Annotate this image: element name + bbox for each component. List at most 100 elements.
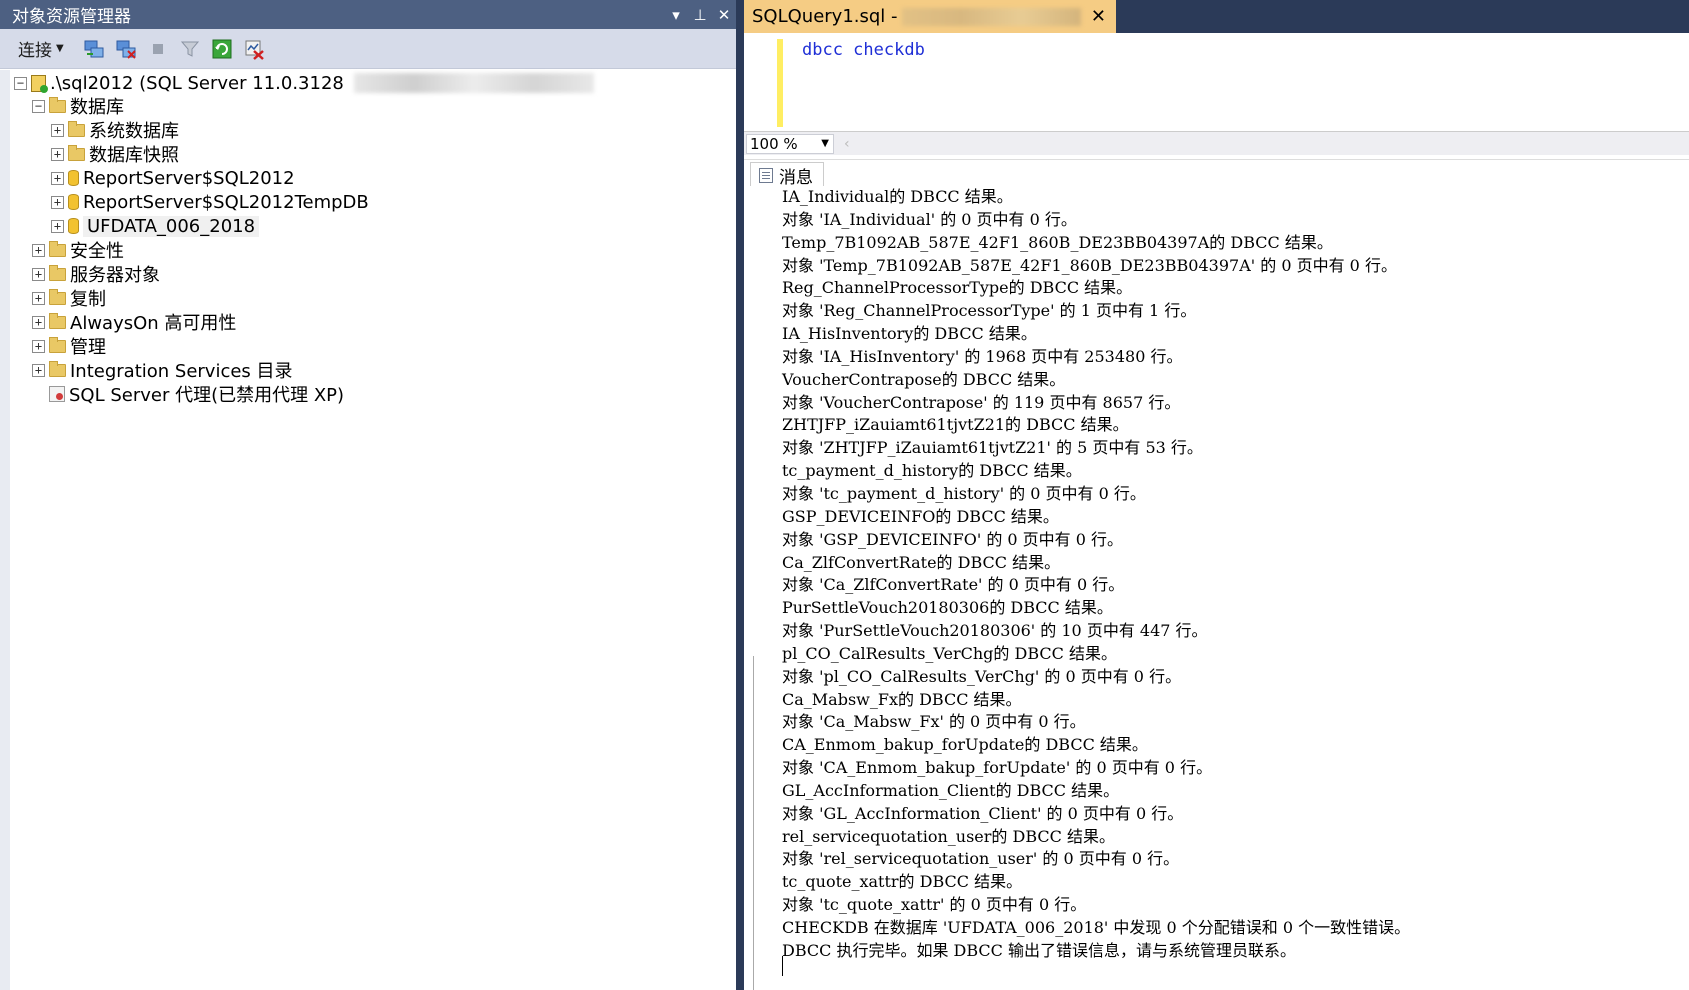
message-line: CA_Enmom_bakup_forUpdate的 DBCC 结果。	[782, 735, 1148, 755]
query-editor[interactable]: dbcc checkdb	[744, 33, 1689, 131]
message-line: 对象 'VoucherContrapose' 的 119 页中有 8657 行。	[782, 392, 1181, 412]
security-label: 安全性	[70, 241, 124, 262]
folder-icon	[68, 144, 85, 161]
window-position-dropdown-icon[interactable]: ▾	[664, 6, 688, 24]
activity-monitor-icon[interactable]	[242, 37, 266, 61]
folder-icon	[49, 96, 66, 113]
filter-icon[interactable]	[178, 37, 202, 61]
message-line: CHECKDB 在数据库 'UFDATA_006_2018' 中发现 0 个分配…	[782, 918, 1411, 937]
expand-icon[interactable]: +	[32, 243, 45, 257]
message-line: 对象 'Ca_ZlfConvertRate' 的 0 页中有 0 行。	[782, 575, 1125, 595]
message-line: Temp_7B1092AB_587E_42F1_860B_DE23BB04397…	[782, 232, 1333, 252]
expand-icon[interactable]: +	[32, 267, 45, 281]
object-explorer-titlebar: 对象资源管理器 ▾ ⊥ ✕	[0, 0, 736, 29]
tree-node-management[interactable]: + 管理	[32, 333, 106, 359]
integration-services-label: Integration Services 目录	[70, 361, 293, 382]
databases-label: 数据库	[70, 97, 124, 118]
message-line: tc_quote_xattr的 DBCC 结果。	[782, 872, 1023, 892]
object-explorer-title: 对象资源管理器	[12, 7, 131, 27]
expand-icon[interactable]: +	[32, 363, 45, 377]
message-line: PurSettleVouch20180306的 DBCC 结果。	[782, 598, 1113, 618]
tree-node-db-reportserver[interactable]: + ReportServer$SQL2012	[51, 165, 295, 191]
expand-icon[interactable]: +	[51, 195, 64, 209]
stop-icon[interactable]	[146, 37, 170, 61]
message-line: ZHTJFP_iZauiamt61tjvtZ21的 DBCC 结果。	[782, 415, 1129, 435]
tree-node-system-databases[interactable]: + 系统数据库	[51, 117, 179, 143]
folder-icon	[68, 120, 85, 137]
message-lines: IA_Individual的 DBCC 结果。 对象 'IA_Individual…	[782, 186, 1410, 963]
message-line: 对象 'rel_servicequotation_user' 的 0 页中有 0…	[782, 849, 1180, 869]
text-caret	[782, 956, 783, 976]
message-line: 对象 'Ca_Mabsw_Fx' 的 0 页中有 0 行。	[782, 712, 1086, 732]
server-objects-label: 服务器对象	[70, 265, 160, 286]
tree-node-databases[interactable]: − 数据库	[32, 93, 124, 119]
expand-icon[interactable]: +	[51, 171, 64, 185]
expand-icon[interactable]: +	[51, 123, 64, 137]
object-explorer-panel: 对象资源管理器 ▾ ⊥ ✕ 连接 ▼ − .\sql2012 (SQL Serv…	[0, 0, 740, 990]
tree-node-db-ufdata[interactable]: + UFDATA_006_2018	[51, 213, 260, 239]
close-panel-icon[interactable]: ✕	[712, 6, 736, 24]
message-line: GSP_DEVICEINFO的 DBCC 结果。	[782, 506, 1059, 526]
database-icon	[68, 194, 79, 210]
db-label: ReportServer$SQL2012TempDB	[83, 191, 369, 213]
tab-messages[interactable]: 消息	[750, 162, 824, 188]
tree-node-db-reportserver-tempdb[interactable]: + ReportServer$SQL2012TempDB	[51, 189, 369, 215]
change-marker	[777, 39, 783, 127]
tree-node-integration-services[interactable]: + Integration Services 目录	[32, 357, 293, 383]
folder-icon	[49, 336, 66, 353]
folder-icon	[49, 240, 66, 257]
collapse-icon[interactable]: −	[32, 99, 45, 113]
document-tabstrip: SQLQuery1.sql - ✕	[744, 0, 1689, 33]
db-label: ReportServer$SQL2012	[83, 167, 295, 189]
connect-object-explorer-icon[interactable]	[82, 37, 106, 61]
message-line: IA_Individual的 DBCC 结果。	[782, 187, 1013, 206]
messages-pane[interactable]: IA_Individual的 DBCC 结果。 对象 'IA_Individual…	[744, 186, 1689, 990]
database-snapshots-label: 数据库快照	[89, 145, 179, 166]
folder-icon	[49, 288, 66, 305]
tab-sqlquery1[interactable]: SQLQuery1.sql - ✕	[744, 0, 1116, 33]
pin-icon[interactable]: ⊥	[688, 6, 712, 24]
close-tab-icon[interactable]: ✕	[1091, 6, 1106, 27]
database-icon	[68, 218, 79, 234]
results-tabstrip: 消息	[744, 159, 1689, 188]
redacted-text	[353, 73, 594, 93]
scroll-left-icon[interactable]: ‹	[844, 136, 850, 152]
expand-icon[interactable]: +	[32, 315, 45, 329]
expand-icon[interactable]: +	[32, 339, 45, 353]
message-line: 对象 'Reg_ChannelProcessorType' 的 1 页中有 1 …	[782, 301, 1197, 321]
tree-node-security[interactable]: + 安全性	[32, 237, 124, 263]
message-line: Reg_ChannelProcessorType的 DBCC 结果。	[782, 278, 1133, 298]
messages-tab-label: 消息	[779, 167, 813, 188]
object-explorer-tree: − .\sql2012 (SQL Server 11.0.3128 − 数据库 …	[0, 70, 736, 990]
expand-icon[interactable]: +	[51, 147, 64, 161]
refresh-icon[interactable]	[210, 37, 234, 61]
message-line: GL_AccInformation_Client的 DBCC 结果。	[782, 780, 1120, 800]
message-line: rel_servicequotation_user的 DBCC 结果。	[782, 826, 1115, 846]
tree-node-sql-agent[interactable]: SQL Server 代理(已禁用代理 XP)	[49, 381, 344, 407]
collapse-icon[interactable]: −	[14, 76, 27, 90]
message-line: Ca_ZlfConvertRate的 DBCC 结果。	[782, 552, 1061, 572]
zoom-value: 100 %	[750, 134, 798, 153]
message-line: 对象 'PurSettleVouch20180306' 的 10 页中有 447…	[782, 621, 1208, 641]
zoom-dropdown[interactable]: 100 % ▼	[746, 133, 834, 154]
alwayson-label: AlwaysOn 高可用性	[70, 313, 237, 334]
query-text: dbcc checkdb	[802, 40, 925, 60]
tree-node-replication[interactable]: + 复制	[32, 285, 106, 311]
expand-icon[interactable]: +	[51, 219, 64, 233]
message-line: 对象 'GSP_DEVICEINFO' 的 0 页中有 0 行。	[782, 529, 1124, 549]
message-line: tc_payment_d_history的 DBCC 结果。	[782, 461, 1082, 481]
connect-dropdown-button[interactable]: 连接 ▼	[18, 36, 64, 61]
server-label: .\sql2012 (SQL Server 11.0.3128	[50, 72, 344, 94]
folder-icon	[49, 312, 66, 329]
sql-agent-label: SQL Server 代理(已禁用代理 XP)	[69, 385, 345, 406]
disconnect-icon[interactable]	[114, 37, 138, 61]
message-line: 对象 'pl_CO_CalResults_VerChg' 的 0 页中有 0 行…	[782, 666, 1182, 686]
message-line: 对象 'ZHTJFP_iZauiamt61tjvtZ21' 的 5 页中有 53…	[782, 438, 1203, 458]
tree-node-database-snapshots[interactable]: + 数据库快照	[51, 141, 179, 167]
message-line: Ca_Mabsw_Fx的 DBCC 结果。	[782, 689, 1022, 709]
message-line: 对象 'tc_quote_xattr' 的 0 页中有 0 行。	[782, 895, 1087, 915]
chevron-down-icon: ▼	[56, 43, 64, 54]
tree-node-server-objects[interactable]: + 服务器对象	[32, 261, 160, 287]
expand-icon[interactable]: +	[32, 291, 45, 305]
tree-node-alwayson[interactable]: + AlwaysOn 高可用性	[32, 309, 236, 335]
